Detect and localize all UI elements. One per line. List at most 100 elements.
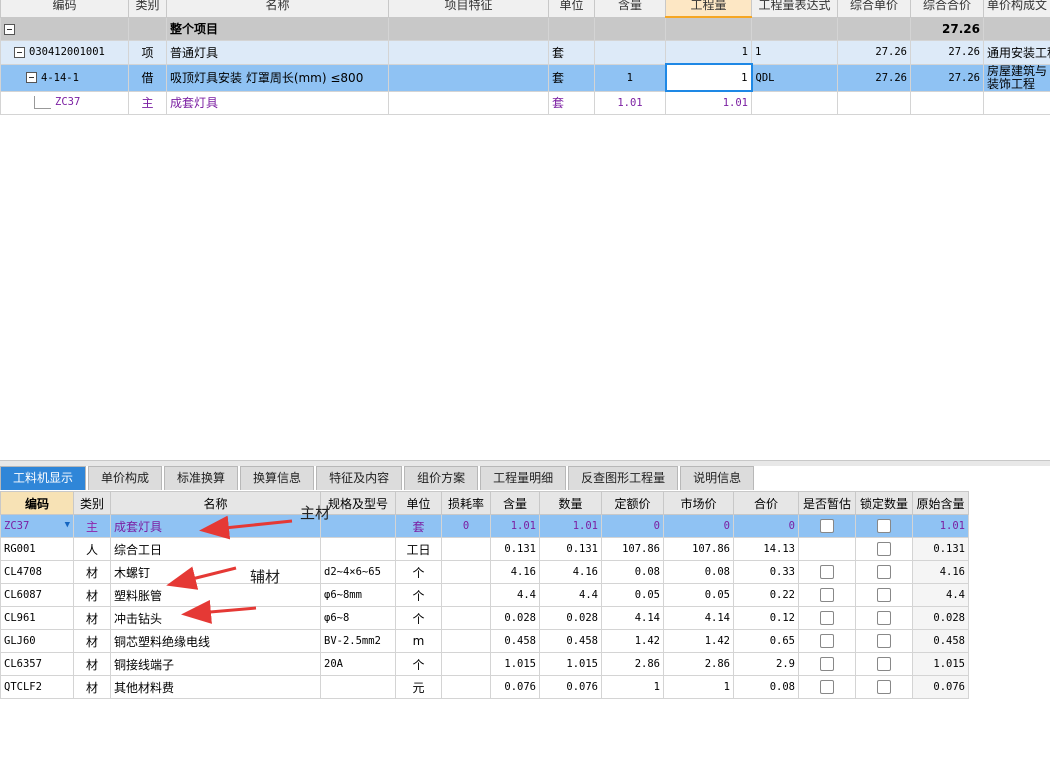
lock-qty-checkbox[interactable] [877,542,891,557]
tab-pricing-plan[interactable]: 组价方案 [404,466,479,490]
quota-composition[interactable]: 房屋建筑与装饰工程 [983,63,1050,92]
resource-name[interactable]: 木螺钉 [110,560,321,584]
res-col-unit[interactable]: 单位 [395,491,442,515]
resource-code[interactable]: CL961 [0,606,74,630]
resource-row[interactable]: RG001 人 综合工日 工日 0.131 0.131 107.86 107.8… [0,537,969,561]
resource-loss[interactable] [441,606,491,630]
resource-row[interactable]: GLJ60 材 铜芯塑料绝缘电线 BV-2.5mm2 m 0.458 0.458… [0,629,969,653]
item-type[interactable]: 项 [128,40,167,65]
resource-content[interactable]: 1.015 [490,652,540,676]
main-name[interactable]: 成套灯具 [166,90,389,115]
res-col-provisional[interactable]: 是否暂估 [798,491,856,515]
collapse-icon[interactable] [4,23,15,35]
tab-conversion-info[interactable]: 换算信息 [240,466,315,490]
provisional-checkbox[interactable] [820,611,834,626]
res-col-name[interactable]: 名称 [110,491,321,515]
res-col-market-price[interactable]: 市场价 [663,491,734,515]
dropdown-arrow-icon[interactable]: ▼ [65,520,70,530]
provisional-checkbox[interactable] [820,680,834,695]
item-unit[interactable]: 套 [548,40,595,65]
res-col-qty[interactable]: 数量 [539,491,602,515]
resource-name[interactable]: 塑料胀管 [110,583,321,607]
resource-unit[interactable]: 元 [395,675,442,699]
resource-quota-price[interactable]: 107.86 [601,537,664,561]
lock-qty-checkbox[interactable] [877,588,891,603]
total-project-row[interactable]: 整个项目 27.26 [0,16,1050,41]
col-header-quantity[interactable]: 工程量 [665,0,752,18]
resource-qty[interactable]: 1.015 [539,652,602,676]
resource-quota-price[interactable]: 1.42 [601,629,664,653]
resource-qty[interactable]: 0.028 [539,606,602,630]
resource-name[interactable]: 铜芯塑料绝缘电线 [110,629,321,653]
col-header-type[interactable]: 类别 [128,0,167,18]
resource-total[interactable]: 0 [733,514,799,538]
resource-unit[interactable]: 个 [395,583,442,607]
res-col-code[interactable]: 编码 [0,491,74,515]
resource-row[interactable]: CL6087 材 塑料胀管 φ6~8mm 个 4.4 4.4 0.05 0.05… [0,583,969,607]
resource-qty[interactable]: 4.4 [539,583,602,607]
resource-type[interactable]: 材 [73,560,111,584]
resource-code[interactable]: CL6357 [0,652,74,676]
item-total[interactable]: 27.26 [910,40,984,65]
quota-content[interactable]: 1 [594,63,666,92]
res-col-total[interactable]: 合价 [733,491,799,515]
resource-code[interactable]: RG001 [0,537,74,561]
resource-unit[interactable]: 工日 [395,537,442,561]
resource-type[interactable]: 材 [73,652,111,676]
resource-quota-price[interactable]: 1 [601,675,664,699]
tab-features-content[interactable]: 特征及内容 [316,466,403,490]
lock-qty-checkbox[interactable] [877,680,891,695]
resource-qty[interactable]: 4.16 [539,560,602,584]
resource-code[interactable]: CL4708 [0,560,74,584]
resource-spec[interactable] [320,537,396,561]
resource-name[interactable]: 冲击钻头 [110,606,321,630]
res-col-loss[interactable]: 损耗率 [441,491,491,515]
item-feature[interactable] [388,40,549,65]
resource-loss[interactable] [441,583,491,607]
resource-quota-price[interactable]: 0.08 [601,560,664,584]
quota-quantity-input[interactable]: 1 [664,63,753,92]
res-col-lock-qty[interactable]: 锁定数量 [855,491,913,515]
resource-unit[interactable]: 个 [395,560,442,584]
res-col-type[interactable]: 类别 [73,491,111,515]
item-composition[interactable]: 通用安装工程 [983,40,1050,65]
resource-content[interactable]: 0.076 [490,675,540,699]
resource-unit[interactable]: 个 [395,652,442,676]
resource-qty[interactable]: 1.01 [539,514,602,538]
col-header-content[interactable]: 含量 [594,0,666,18]
resource-total[interactable]: 0.22 [733,583,799,607]
quota-feature[interactable] [388,63,549,92]
provisional-checkbox[interactable] [820,519,834,534]
resource-type[interactable]: 材 [73,629,111,653]
tab-standard-conversion[interactable]: 标准换算 [164,466,239,490]
item-quantity[interactable]: 1 [665,40,752,65]
resource-type[interactable]: 材 [73,675,111,699]
resource-total[interactable]: 0.33 [733,560,799,584]
resource-market-price[interactable]: 1.42 [663,629,734,653]
col-header-code[interactable]: 编码 [0,0,129,18]
col-header-composition[interactable]: 单价构成文 [983,0,1050,18]
resource-loss[interactable] [441,560,491,584]
quota-unit[interactable]: 套 [548,63,595,92]
resource-type[interactable]: 人 [73,537,111,561]
item-name[interactable]: 普通灯具 [166,40,389,65]
col-header-total-price[interactable]: 综合合价 [910,0,984,18]
resource-market-price[interactable]: 0.05 [663,583,734,607]
resource-content[interactable]: 4.16 [490,560,540,584]
quota-expression[interactable]: QDL [751,63,838,92]
col-header-unit[interactable]: 单位 [548,0,595,18]
provisional-checkbox[interactable] [820,565,834,580]
resource-unit[interactable]: m [395,629,442,653]
quota-type[interactable]: 借 [128,63,167,92]
resource-content[interactable]: 1.01 [490,514,540,538]
resource-spec[interactable]: φ6~8 [320,606,396,630]
resource-market-price[interactable]: 4.14 [663,606,734,630]
resource-type[interactable]: 主 [73,514,111,538]
resource-code[interactable]: GLJ60 [0,629,74,653]
quota-total[interactable]: 27.26 [910,63,984,92]
resource-row[interactable]: QTCLF2 材 其他材料费 元 0.076 0.076 1 1 0.08 0.… [0,675,969,699]
tab-quantity-detail[interactable]: 工程量明细 [480,466,567,490]
resource-loss[interactable] [441,652,491,676]
resource-name[interactable]: 综合工日 [110,537,321,561]
quota-row[interactable]: 4-14-1 借 吸顶灯具安装 灯罩周长(mm) ≤800 套 1 1 QDL … [0,63,1050,92]
